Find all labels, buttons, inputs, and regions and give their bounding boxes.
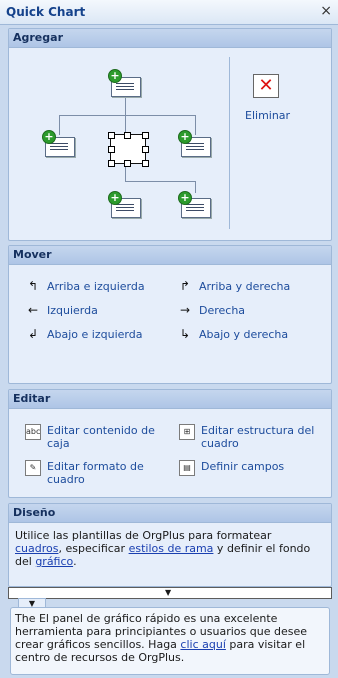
- down-left-arrow-icon: ↲: [27, 327, 39, 341]
- title-bar: Quick Chart ×: [0, 0, 338, 25]
- resize-handle: [142, 160, 149, 167]
- connector-line: [195, 181, 196, 193]
- add-icon: +: [178, 191, 192, 205]
- mover-header: Mover: [9, 246, 331, 265]
- branch-styles-link[interactable]: estilos de rama: [129, 542, 214, 555]
- add-icon: +: [42, 130, 56, 144]
- agregar-section: Agregar + + + + + ✕ Eliminar: [8, 28, 332, 241]
- editar-section: Editar abc Editar contenido de caja ⊞ Ed…: [8, 389, 332, 498]
- resize-handle: [124, 132, 131, 139]
- delete-label: Eliminar: [245, 109, 291, 122]
- triangle-down-icon: ▼: [165, 588, 172, 597]
- connector-line: [59, 115, 60, 135]
- diseno-header: Diseño: [9, 504, 331, 523]
- resize-handle: [108, 132, 115, 139]
- connector-line: [125, 94, 126, 115]
- agregar-header: Agregar: [9, 29, 331, 48]
- connector-line: [59, 115, 195, 116]
- connector-line: [195, 115, 196, 135]
- define-fields-icon: ▤: [179, 460, 195, 476]
- mover-section: Mover ↰ Arriba e izquierda ↱ Arriba y de…: [8, 245, 332, 384]
- close-icon[interactable]: ×: [320, 3, 332, 19]
- edit-chart-structure-icon: ⊞: [179, 424, 195, 440]
- edit-chart-format-icon: ✎: [25, 460, 41, 476]
- delete-icon: ✕: [253, 74, 279, 98]
- info-panel: The El panel de gráfico rápido es una ex…: [10, 607, 330, 675]
- resize-handle: [142, 146, 149, 153]
- up-left-arrow-icon: ↰: [27, 279, 39, 293]
- down-right-arrow-icon: ↳: [179, 327, 191, 341]
- connector-line: [125, 181, 195, 182]
- editar-header: Editar: [9, 390, 331, 409]
- panel-scroll-strip[interactable]: ▼: [8, 587, 332, 599]
- right-arrow-icon: →: [179, 303, 191, 317]
- resize-handle: [124, 160, 131, 167]
- add-icon: +: [108, 69, 122, 83]
- click-here-link[interactable]: clic aquí: [180, 638, 225, 651]
- add-icon: +: [178, 130, 192, 144]
- edit-box-content-icon: abc: [25, 424, 41, 440]
- left-arrow-icon: ←: [27, 303, 39, 317]
- window-title: Quick Chart: [6, 5, 86, 19]
- resize-handle: [108, 160, 115, 167]
- add-icon: +: [108, 191, 122, 205]
- resize-handle: [108, 146, 115, 153]
- design-description: Utilice las plantillas de OrgPlus para f…: [15, 529, 311, 568]
- boxes-link[interactable]: cuadros: [15, 542, 58, 555]
- resize-handle: [142, 132, 149, 139]
- diseno-section: Diseño Utilice las plantillas de OrgPlus…: [8, 503, 332, 587]
- divider: [229, 57, 230, 229]
- up-right-arrow-icon: ↱: [179, 279, 191, 293]
- chart-background-link[interactable]: gráfico: [35, 555, 73, 568]
